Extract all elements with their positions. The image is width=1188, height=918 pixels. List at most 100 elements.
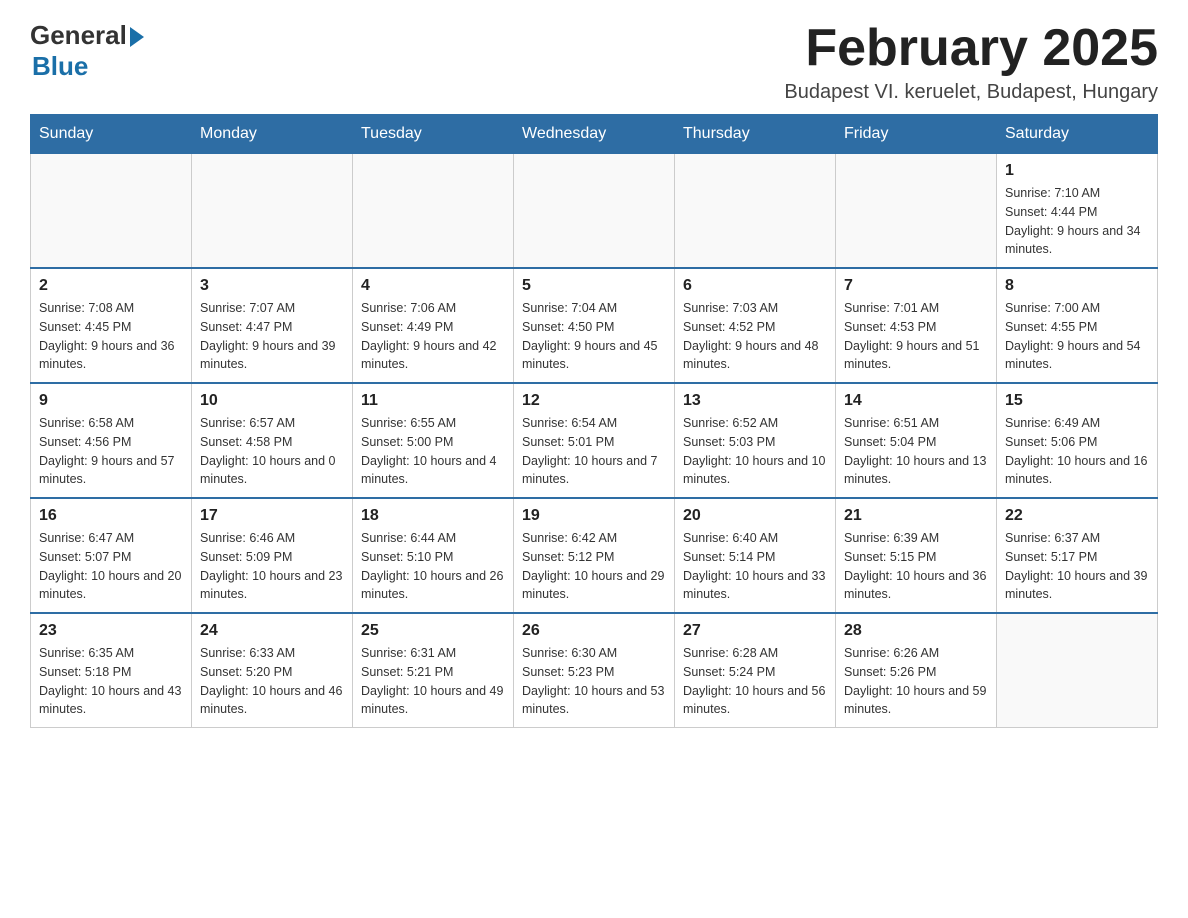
calendar-day-cell bbox=[997, 613, 1158, 728]
calendar-day-cell: 27Sunrise: 6:28 AMSunset: 5:24 PMDayligh… bbox=[675, 613, 836, 728]
calendar-day-cell: 9Sunrise: 6:58 AMSunset: 4:56 PMDaylight… bbox=[31, 383, 192, 498]
day-info: Sunrise: 7:01 AMSunset: 4:53 PMDaylight:… bbox=[844, 299, 988, 374]
day-info: Sunrise: 6:52 AMSunset: 5:03 PMDaylight:… bbox=[683, 414, 827, 489]
calendar-week-row: 16 Sunrise: 6:47 AMSunset: 5:07 PMDayligh… bbox=[31, 498, 1158, 613]
day-info: Sunrise: 6:31 AMSunset: 5:21 PMDaylight:… bbox=[361, 644, 505, 719]
calendar-day-cell: 3 Sunrise: 7:07 AMSunset: 4:47 PMDaylight… bbox=[192, 268, 353, 383]
calendar-header-row: SundayMondayTuesdayWednesdayThursdayFrid… bbox=[31, 115, 1158, 154]
calendar-day-cell: 20 Sunrise: 6:40 AMSunset: 5:14 PMDayligh… bbox=[675, 498, 836, 613]
logo-general-text: General bbox=[30, 20, 127, 51]
day-number: 13 bbox=[683, 392, 827, 410]
calendar-day-cell: 2 Sunrise: 7:08 AMSunset: 4:45 PMDaylight… bbox=[31, 268, 192, 383]
day-info: Sunrise: 6:37 AMSunset: 5:17 PMDaylight:… bbox=[1005, 529, 1149, 604]
day-number: 10 bbox=[200, 392, 344, 410]
calendar-day-cell: 1Sunrise: 7:10 AMSunset: 4:44 PMDaylight… bbox=[997, 154, 1158, 269]
day-number: 11 bbox=[361, 392, 505, 410]
day-number: 27 bbox=[683, 622, 827, 640]
day-info: Sunrise: 6:35 AMSunset: 5:18 PMDaylight:… bbox=[39, 644, 183, 719]
calendar-table: SundayMondayTuesdayWednesdayThursdayFrid… bbox=[30, 114, 1158, 728]
day-info: Sunrise: 6:39 AMSunset: 5:15 PMDaylight:… bbox=[844, 529, 988, 604]
day-number: 26 bbox=[522, 622, 666, 640]
calendar-day-cell: 15 Sunrise: 6:49 AMSunset: 5:06 PMDayligh… bbox=[997, 383, 1158, 498]
calendar-day-cell: 8Sunrise: 7:00 AMSunset: 4:55 PMDaylight… bbox=[997, 268, 1158, 383]
day-info: Sunrise: 6:51 AMSunset: 5:04 PMDaylight:… bbox=[844, 414, 988, 489]
day-number: 25 bbox=[361, 622, 505, 640]
day-info: Sunrise: 6:47 AMSunset: 5:07 PMDaylight:… bbox=[39, 529, 183, 604]
day-number: 17 bbox=[200, 507, 344, 525]
calendar-day-cell: 17 Sunrise: 6:46 AMSunset: 5:09 PMDayligh… bbox=[192, 498, 353, 613]
month-title: February 2025 bbox=[784, 20, 1158, 77]
day-info: Sunrise: 6:44 AMSunset: 5:10 PMDaylight:… bbox=[361, 529, 505, 604]
logo: General Blue bbox=[30, 20, 144, 82]
calendar-week-row: 9Sunrise: 6:58 AMSunset: 4:56 PMDaylight… bbox=[31, 383, 1158, 498]
logo-blue-text: Blue bbox=[32, 51, 88, 82]
day-number: 23 bbox=[39, 622, 183, 640]
day-info: Sunrise: 7:08 AMSunset: 4:45 PMDaylight:… bbox=[39, 299, 183, 374]
calendar-day-cell bbox=[836, 154, 997, 269]
day-info: Sunrise: 7:04 AMSunset: 4:50 PMDaylight:… bbox=[522, 299, 666, 374]
day-info: Sunrise: 6:30 AMSunset: 5:23 PMDaylight:… bbox=[522, 644, 666, 719]
calendar-day-cell bbox=[353, 154, 514, 269]
day-info: Sunrise: 7:07 AMSunset: 4:47 PMDaylight:… bbox=[200, 299, 344, 374]
calendar-week-row: 2 Sunrise: 7:08 AMSunset: 4:45 PMDaylight… bbox=[31, 268, 1158, 383]
calendar-day-cell: 18Sunrise: 6:44 AMSunset: 5:10 PMDayligh… bbox=[353, 498, 514, 613]
day-info: Sunrise: 6:49 AMSunset: 5:06 PMDaylight:… bbox=[1005, 414, 1149, 489]
day-number: 12 bbox=[522, 392, 666, 410]
day-number: 3 bbox=[200, 277, 344, 295]
day-info: Sunrise: 7:03 AMSunset: 4:52 PMDaylight:… bbox=[683, 299, 827, 374]
calendar-day-cell: 21 Sunrise: 6:39 AMSunset: 5:15 PMDayligh… bbox=[836, 498, 997, 613]
day-number: 4 bbox=[361, 277, 505, 295]
day-info: Sunrise: 6:55 AMSunset: 5:00 PMDaylight:… bbox=[361, 414, 505, 489]
day-info: Sunrise: 6:33 AMSunset: 5:20 PMDaylight:… bbox=[200, 644, 344, 719]
page-header: General Blue February 2025 Budapest VI. … bbox=[30, 20, 1158, 104]
day-info: Sunrise: 6:57 AMSunset: 4:58 PMDaylight:… bbox=[200, 414, 344, 489]
calendar-day-cell: 13 Sunrise: 6:52 AMSunset: 5:03 PMDayligh… bbox=[675, 383, 836, 498]
calendar-day-cell bbox=[514, 154, 675, 269]
calendar-day-cell: 26 Sunrise: 6:30 AMSunset: 5:23 PMDayligh… bbox=[514, 613, 675, 728]
calendar-day-cell: 5 Sunrise: 7:04 AMSunset: 4:50 PMDaylight… bbox=[514, 268, 675, 383]
day-number: 21 bbox=[844, 507, 988, 525]
calendar-day-cell bbox=[675, 154, 836, 269]
location-text: Budapest VI. keruelet, Budapest, Hungary bbox=[784, 81, 1158, 104]
calendar-day-cell: 6 Sunrise: 7:03 AMSunset: 4:52 PMDaylight… bbox=[675, 268, 836, 383]
day-number: 16 bbox=[39, 507, 183, 525]
day-number: 7 bbox=[844, 277, 988, 295]
calendar-day-header: Thursday bbox=[675, 115, 836, 154]
calendar-day-cell: 11 Sunrise: 6:55 AMSunset: 5:00 PMDayligh… bbox=[353, 383, 514, 498]
calendar-day-cell: 28Sunrise: 6:26 AMSunset: 5:26 PMDayligh… bbox=[836, 613, 997, 728]
day-number: 28 bbox=[844, 622, 988, 640]
calendar-day-header: Wednesday bbox=[514, 115, 675, 154]
day-info: Sunrise: 6:54 AMSunset: 5:01 PMDaylight:… bbox=[522, 414, 666, 489]
day-info: Sunrise: 6:40 AMSunset: 5:14 PMDaylight:… bbox=[683, 529, 827, 604]
calendar-day-header: Sunday bbox=[31, 115, 192, 154]
day-number: 24 bbox=[200, 622, 344, 640]
title-section: February 2025 Budapest VI. keruelet, Bud… bbox=[784, 20, 1158, 104]
calendar-day-cell: 16 Sunrise: 6:47 AMSunset: 5:07 PMDayligh… bbox=[31, 498, 192, 613]
calendar-week-row: 23 Sunrise: 6:35 AMSunset: 5:18 PMDayligh… bbox=[31, 613, 1158, 728]
calendar-day-cell: 4Sunrise: 7:06 AMSunset: 4:49 PMDaylight… bbox=[353, 268, 514, 383]
day-number: 22 bbox=[1005, 507, 1149, 525]
day-number: 20 bbox=[683, 507, 827, 525]
day-info: Sunrise: 6:42 AMSunset: 5:12 PMDaylight:… bbox=[522, 529, 666, 604]
calendar-day-cell: 24 Sunrise: 6:33 AMSunset: 5:20 PMDayligh… bbox=[192, 613, 353, 728]
day-info: Sunrise: 7:00 AMSunset: 4:55 PMDaylight:… bbox=[1005, 299, 1149, 374]
calendar-day-header: Monday bbox=[192, 115, 353, 154]
calendar-day-cell: 19 Sunrise: 6:42 AMSunset: 5:12 PMDayligh… bbox=[514, 498, 675, 613]
calendar-week-row: 1Sunrise: 7:10 AMSunset: 4:44 PMDaylight… bbox=[31, 154, 1158, 269]
day-number: 14 bbox=[844, 392, 988, 410]
day-number: 9 bbox=[39, 392, 183, 410]
calendar-day-cell: 25 Sunrise: 6:31 AMSunset: 5:21 PMDayligh… bbox=[353, 613, 514, 728]
day-number: 6 bbox=[683, 277, 827, 295]
calendar-day-cell bbox=[192, 154, 353, 269]
calendar-day-header: Friday bbox=[836, 115, 997, 154]
day-info: Sunrise: 7:10 AMSunset: 4:44 PMDaylight:… bbox=[1005, 184, 1149, 259]
day-number: 5 bbox=[522, 277, 666, 295]
day-number: 15 bbox=[1005, 392, 1149, 410]
day-number: 19 bbox=[522, 507, 666, 525]
calendar-day-cell: 14 Sunrise: 6:51 AMSunset: 5:04 PMDayligh… bbox=[836, 383, 997, 498]
day-number: 2 bbox=[39, 277, 183, 295]
calendar-day-cell bbox=[31, 154, 192, 269]
calendar-day-cell: 23 Sunrise: 6:35 AMSunset: 5:18 PMDayligh… bbox=[31, 613, 192, 728]
calendar-day-cell: 12 Sunrise: 6:54 AMSunset: 5:01 PMDayligh… bbox=[514, 383, 675, 498]
day-info: Sunrise: 6:46 AMSunset: 5:09 PMDaylight:… bbox=[200, 529, 344, 604]
